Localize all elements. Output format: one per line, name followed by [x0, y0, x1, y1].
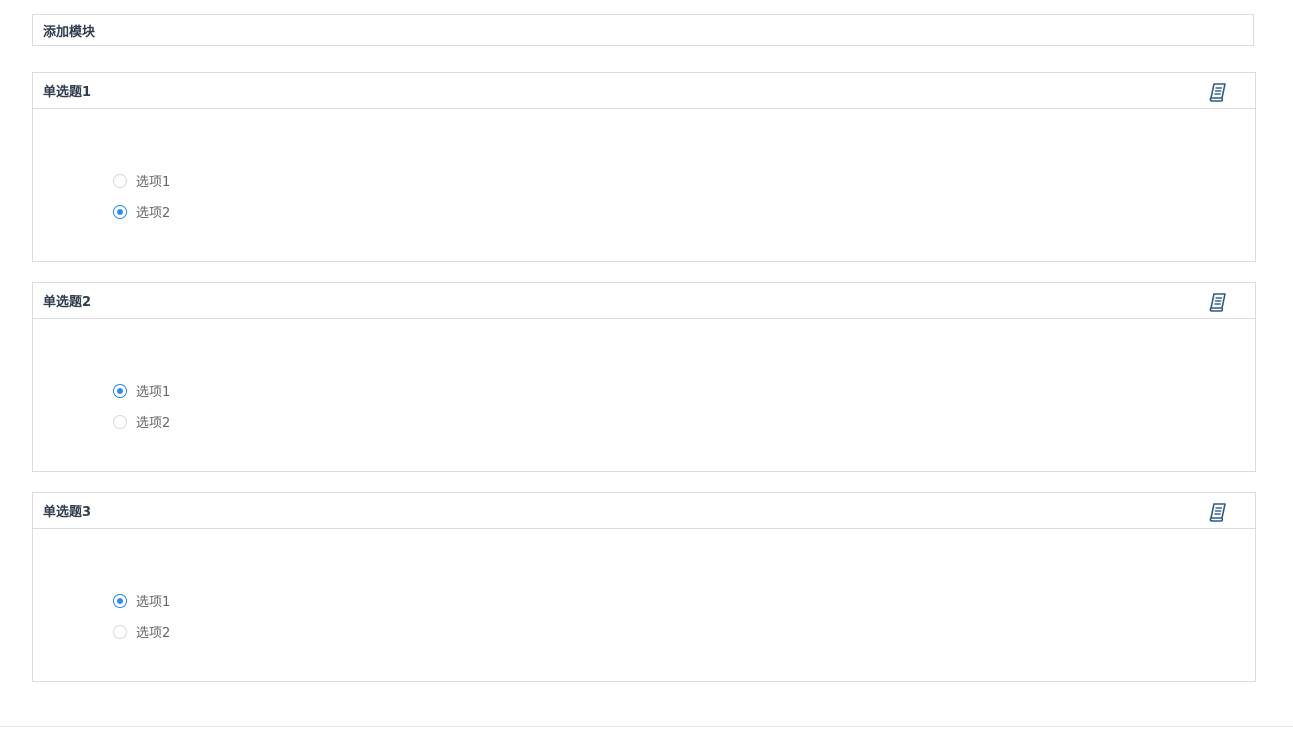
- question-title: 单选题1: [43, 85, 92, 100]
- edit-document-icon[interactable]: [1207, 291, 1229, 313]
- option-label: 选项1: [136, 175, 171, 190]
- radio-unchecked[interactable]: [113, 414, 127, 429]
- radio-checked[interactable]: [113, 204, 127, 219]
- radio-unchecked[interactable]: [113, 624, 127, 639]
- radio-checked[interactable]: [113, 383, 127, 398]
- add-module-button[interactable]: 添加模块: [32, 14, 1254, 46]
- question-title: 单选题2: [43, 295, 92, 310]
- add-module-label: 添加模块: [43, 24, 96, 40]
- option-label: 选项2: [136, 416, 171, 431]
- question-title: 单选题3: [43, 505, 92, 520]
- edit-document-icon[interactable]: [1207, 81, 1229, 103]
- question-body: 选项1 选项2: [33, 529, 1255, 681]
- question-body: 选项1 选项2: [33, 109, 1255, 261]
- edit-document-icon[interactable]: [1207, 501, 1229, 523]
- option-item[interactable]: 选项2: [113, 616, 170, 647]
- option-list: 选项1 选项2: [113, 165, 170, 227]
- option-item[interactable]: 选项1: [113, 375, 170, 406]
- option-label: 选项2: [136, 626, 171, 641]
- question-card-1: 单选题1 选项1 选项2: [32, 72, 1256, 262]
- option-list: 选项1 选项2: [113, 375, 170, 437]
- option-list: 选项1 选项2: [113, 585, 170, 647]
- question-card-2: 单选题2 选项1 选项2: [32, 282, 1256, 472]
- option-label: 选项2: [136, 206, 171, 221]
- question-card-3: 单选题3 选项1 选项2: [32, 492, 1256, 682]
- option-item[interactable]: 选项1: [113, 585, 170, 616]
- footer-divider: [0, 726, 1293, 727]
- option-item[interactable]: 选项2: [113, 196, 170, 227]
- option-label: 选项1: [136, 385, 171, 400]
- radio-unchecked[interactable]: [113, 173, 127, 188]
- question-body: 选项1 选项2: [33, 319, 1255, 471]
- option-item[interactable]: 选项1: [113, 165, 170, 196]
- radio-checked[interactable]: [113, 593, 127, 608]
- question-header: 单选题3: [33, 493, 1255, 529]
- question-header: 单选题2: [33, 283, 1255, 319]
- page: 添加模块 单选题1 选项1 选项2 单选题2 选项1 选项2 单选题3 选项1 …: [0, 0, 1293, 744]
- question-header: 单选题1: [33, 73, 1255, 109]
- option-label: 选项1: [136, 595, 171, 610]
- option-item[interactable]: 选项2: [113, 406, 170, 437]
